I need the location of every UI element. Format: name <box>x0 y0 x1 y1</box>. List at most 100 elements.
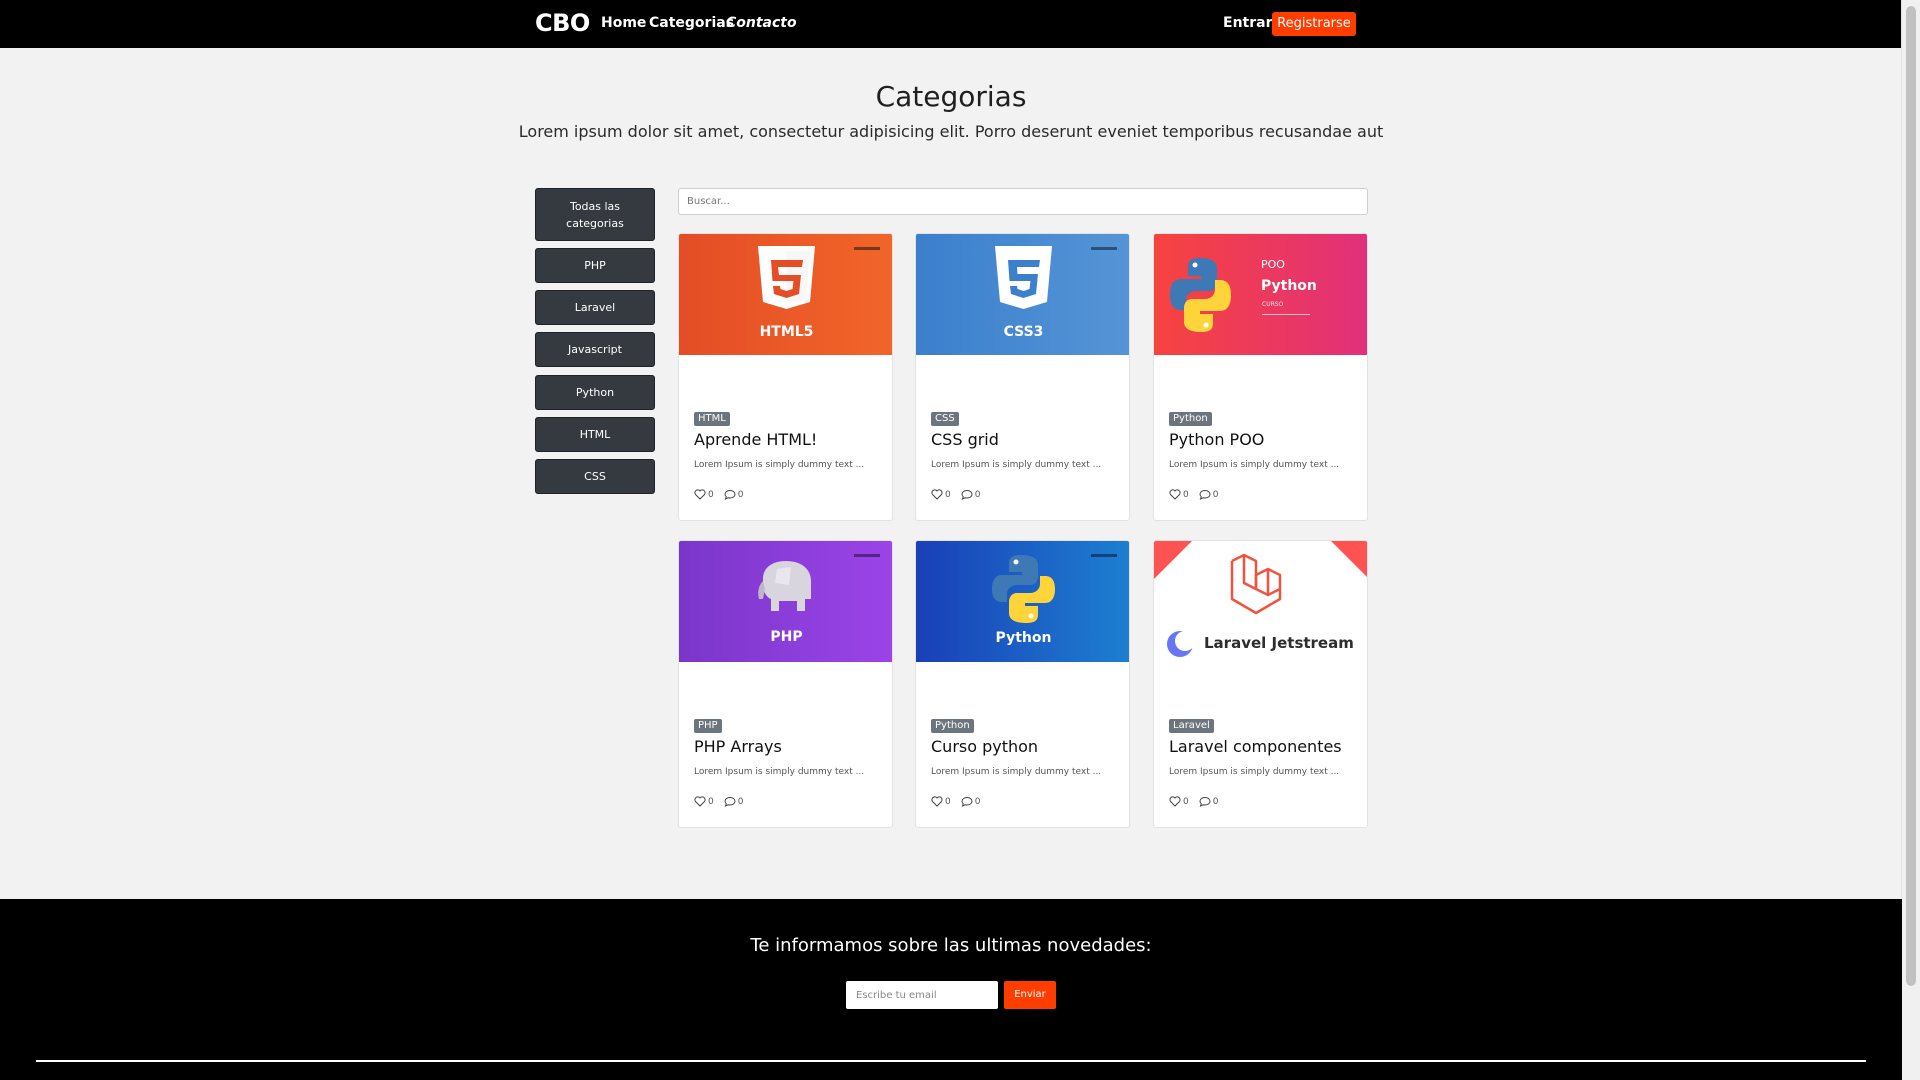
comment-button[interactable]: 0 <box>1199 796 1219 807</box>
card-image-html5: HTML5 <box>679 234 892 355</box>
card-category-badge[interactable]: Laravel <box>1169 719 1214 733</box>
like-count: 0 <box>1183 796 1189 807</box>
search-input[interactable] <box>678 188 1368 215</box>
card-title[interactable]: Curso python <box>931 737 1038 756</box>
comment-count: 0 <box>974 796 981 807</box>
card-category-badge[interactable]: Python <box>931 719 974 733</box>
nav-link-categorias[interactable]: Categorias <box>649 15 734 31</box>
comment-count: 0 <box>1212 489 1219 500</box>
comment-icon <box>1199 489 1211 500</box>
post-card-css-grid[interactable]: CSS3 CSS CSS grid Lorem Ipsum is simply … <box>915 233 1130 521</box>
like-button[interactable]: 0 <box>1169 489 1189 500</box>
heart-icon <box>694 796 706 807</box>
card-category-badge[interactable]: Python <box>1169 412 1212 426</box>
nav-link-home[interactable]: Home <box>601 15 646 31</box>
newsletter-title: Te informamos sobre las ultimas novedade… <box>750 935 1152 956</box>
category-laravel-button[interactable]: Laravel <box>535 290 655 325</box>
image-label: Python <box>1261 278 1317 294</box>
like-count: 0 <box>945 489 951 500</box>
nav-link-contacto[interactable]: Contacto <box>726 15 797 31</box>
post-card-python-poo[interactable]: POO Python CURSO Python Python POO Lorem… <box>1153 233 1368 521</box>
card-title[interactable]: Python POO <box>1169 430 1264 449</box>
card-meta: 0 0 <box>1169 489 1218 500</box>
card-category-badge[interactable]: HTML <box>694 412 730 426</box>
card-title[interactable]: Laravel componentes <box>1169 737 1342 756</box>
comment-icon <box>724 489 736 500</box>
like-button[interactable]: 0 <box>931 796 951 807</box>
comment-button[interactable]: 0 <box>724 489 743 500</box>
brand-logo[interactable]: CBO <box>535 9 590 37</box>
card-meta: 0 0 <box>1169 796 1218 807</box>
heart-icon <box>931 796 943 807</box>
image-label-laravel-jetstream: Laravel Jetstream <box>1204 634 1354 652</box>
like-button[interactable]: 0 <box>1169 796 1189 807</box>
newsletter-send-button[interactable]: Enviar <box>1004 981 1056 1009</box>
page-title: Categorias <box>875 80 1027 113</box>
navbar: CBO Home Categorias Contacto Entrar Regi… <box>0 0 1902 48</box>
card-excerpt: Lorem Ipsum is simply dummy text ... <box>694 767 865 777</box>
comment-count: 0 <box>1212 796 1219 807</box>
card-meta: 0 0 <box>931 796 980 807</box>
card-title[interactable]: Aprende HTML! <box>694 430 817 449</box>
card-excerpt: Lorem Ipsum is simply dummy text ... <box>931 460 1102 470</box>
image-label-tiny: CURSO <box>1262 301 1284 308</box>
card-image-python-poo: POO Python CURSO <box>1154 234 1367 355</box>
post-card-php-arrays[interactable]: PHP PHP PHP Arrays Lorem Ipsum is simply… <box>678 540 893 828</box>
category-javascript-button[interactable]: Javascript <box>535 332 655 367</box>
register-button[interactable]: Registrarse <box>1272 12 1356 36</box>
login-link[interactable]: Entrar <box>1223 15 1272 31</box>
like-count: 0 <box>708 489 714 500</box>
post-card-curso-python[interactable]: Python Python Curso python Lorem Ipsum i… <box>915 540 1130 828</box>
card-title[interactable]: PHP Arrays <box>694 737 782 756</box>
like-button[interactable]: 0 <box>694 489 714 500</box>
card-image-python: Python <box>916 541 1129 662</box>
card-title[interactable]: CSS grid <box>931 430 999 449</box>
python-logo-icon: Python <box>992 554 1117 646</box>
svg-text:Python: Python <box>996 630 1052 646</box>
css3-logo-icon: CSS3 <box>995 246 1117 340</box>
html5-logo-icon: HTML5 <box>758 246 880 340</box>
card-image-css3: CSS3 <box>916 234 1129 355</box>
page-subtitle: Lorem ipsum dolor sit amet, consectetur … <box>518 122 1384 141</box>
category-php-button[interactable]: PHP <box>535 248 655 283</box>
comment-button[interactable]: 0 <box>1199 489 1219 500</box>
footer-divider <box>36 1060 1866 1062</box>
like-count: 0 <box>1183 489 1189 500</box>
image-label-small: POO <box>1261 258 1285 271</box>
heart-icon <box>931 489 943 500</box>
card-category-badge[interactable]: CSS <box>931 412 959 426</box>
comment-button[interactable]: 0 <box>724 796 743 807</box>
post-card-aprende-html[interactable]: HTML5 HTML Aprende HTML! Lorem Ipsum is … <box>678 233 893 521</box>
post-card-laravel-componentes[interactable]: Laravel Jetstream Laravel Laravel compon… <box>1153 540 1368 828</box>
card-excerpt: Lorem Ipsum is simply dummy text ... <box>1169 767 1340 777</box>
category-python-button[interactable]: Python <box>535 375 655 410</box>
heart-icon <box>1169 796 1181 807</box>
page-scrollbar[interactable] <box>1901 0 1920 1080</box>
comment-icon <box>961 796 973 807</box>
like-button[interactable]: 0 <box>931 489 951 500</box>
category-css-button[interactable]: CSS <box>535 459 655 494</box>
newsletter-email-input[interactable] <box>846 981 998 1009</box>
svg-text:PHP: PHP <box>770 629 802 645</box>
comment-button[interactable]: 0 <box>961 489 980 500</box>
card-excerpt: Lorem Ipsum is simply dummy text ... <box>1169 460 1340 470</box>
svg-text:HTML5: HTML5 <box>760 324 814 340</box>
image-underline <box>1262 314 1310 315</box>
card-excerpt: Lorem Ipsum is simply dummy text ... <box>931 767 1102 777</box>
heart-icon <box>1169 489 1181 500</box>
like-button[interactable]: 0 <box>694 796 714 807</box>
python-logo-icon <box>1170 258 1231 332</box>
footer: Te informamos sobre las ultimas novedade… <box>0 899 1902 1080</box>
card-image-php: PHP <box>679 541 892 662</box>
category-html-button[interactable]: HTML <box>535 417 655 452</box>
scrollbar-thumb[interactable] <box>1906 6 1916 986</box>
comment-icon <box>724 796 736 807</box>
card-meta: 0 0 <box>694 796 743 807</box>
comment-button[interactable]: 0 <box>961 796 981 807</box>
category-all-button[interactable]: Todas las categorias <box>535 188 655 241</box>
comment-icon <box>961 489 973 500</box>
like-count: 0 <box>945 796 951 807</box>
card-image-laravel: Laravel Jetstream <box>1154 541 1367 662</box>
card-excerpt: Lorem Ipsum is simply dummy text ... <box>694 460 865 470</box>
card-category-badge[interactable]: PHP <box>694 719 722 733</box>
